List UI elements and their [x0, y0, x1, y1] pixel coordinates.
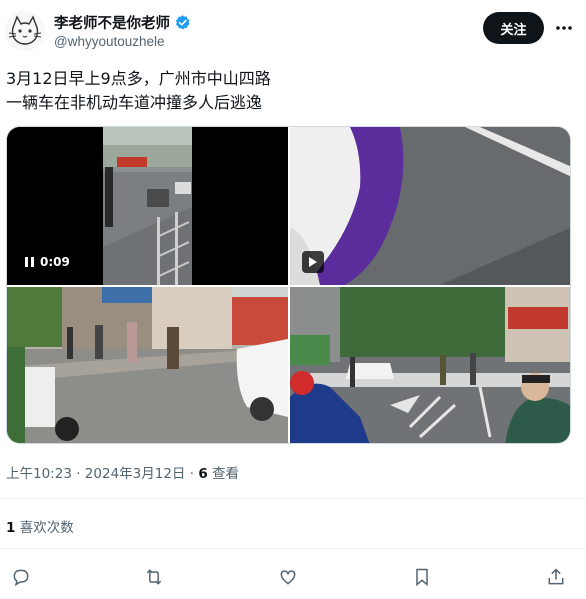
- retweet-icon: [146, 569, 162, 585]
- play-icon: [309, 257, 317, 267]
- tweet-date[interactable]: 2024年3月12日: [85, 466, 186, 482]
- share-icon: [548, 568, 564, 585]
- retweet-button[interactable]: [139, 562, 169, 592]
- road-photo: [290, 287, 570, 443]
- tweet-text-line: 3月12日早上9点多，广州市中山四路: [6, 69, 271, 88]
- bookmark-icon: [416, 568, 428, 587]
- bookmark-button[interactable]: [407, 562, 437, 592]
- photo-tile[interactable]: [290, 287, 570, 443]
- reply-icon: [13, 569, 29, 587]
- tweet-text: 3月12日早上9点多，广州市中山四路 一辆车在非机动车道冲撞多人后逃逸: [6, 67, 566, 115]
- play-button[interactable]: [302, 251, 324, 273]
- likes-label: 喜欢次数: [19, 520, 74, 536]
- photo-tile[interactable]: [7, 287, 288, 443]
- tweet-meta: 上午10:23 · 2024年3月12日 · 6 查看: [6, 462, 239, 482]
- divider: [0, 548, 586, 549]
- follow-button[interactable]: 关注: [483, 12, 544, 44]
- likes-stat[interactable]: 1 喜欢次数: [6, 516, 74, 536]
- tweet-text-line: 一辆车在非机动车道冲撞多人后逃逸: [6, 93, 263, 112]
- action-bar: [0, 562, 586, 592]
- meta-separator: ·: [189, 466, 195, 482]
- pause-icon: [25, 257, 34, 267]
- street-photo: [7, 287, 288, 443]
- video-controls[interactable]: 0:09: [19, 251, 76, 273]
- video-tile[interactable]: 0:09: [7, 127, 288, 285]
- cat-sketch-icon: [5, 11, 45, 51]
- video-tile[interactable]: [290, 127, 570, 285]
- share-button[interactable]: [541, 562, 571, 592]
- views-label: 查看: [212, 466, 240, 482]
- handle[interactable]: @whyyoutouzhele: [54, 34, 165, 49]
- video-timestamp: 0:09: [40, 255, 70, 269]
- views-count: 6: [198, 466, 208, 482]
- more-dots-icon: [556, 26, 572, 30]
- display-name[interactable]: 李老师不是你老师: [54, 12, 170, 33]
- like-button[interactable]: [273, 562, 303, 592]
- tweet-time[interactable]: 上午10:23: [6, 466, 72, 482]
- tweet-header: 李老师不是你老师 @whyyoutouzhele 关注: [0, 0, 586, 64]
- like-icon: [280, 570, 296, 585]
- likes-count: 1: [6, 520, 16, 536]
- more-options-button[interactable]: [553, 16, 575, 40]
- video-thumbnail: [290, 127, 570, 285]
- divider: [0, 498, 586, 499]
- reply-button[interactable]: [6, 562, 36, 592]
- name-row: 李老师不是你老师: [54, 12, 191, 33]
- meta-separator: ·: [76, 466, 81, 482]
- media-grid: 0:09: [6, 126, 571, 444]
- avatar[interactable]: [5, 11, 45, 51]
- verified-badge-icon: [175, 15, 190, 30]
